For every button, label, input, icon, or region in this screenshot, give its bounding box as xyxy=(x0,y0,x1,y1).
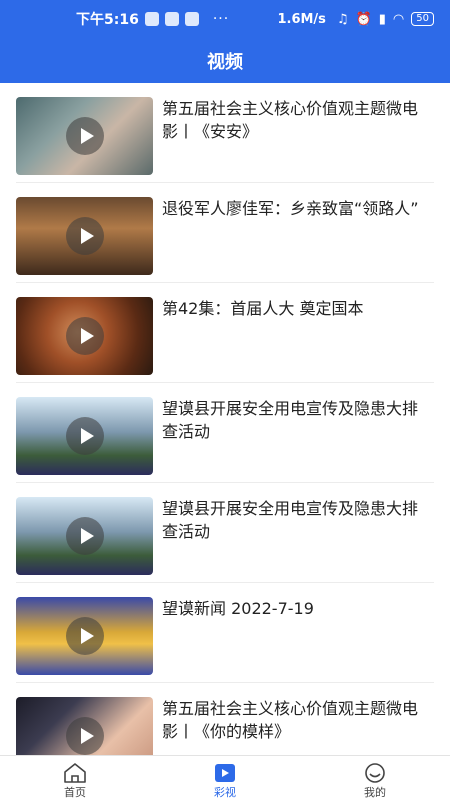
play-icon[interactable] xyxy=(65,317,104,355)
app-notification-icon-2 xyxy=(184,12,199,26)
video-item[interactable]: 第五届社会主义核心价值观主题微电影丨《你的模样》 xyxy=(16,683,434,755)
play-icon[interactable] xyxy=(65,217,104,255)
play-icon[interactable] xyxy=(65,117,104,155)
play-icon[interactable] xyxy=(65,517,104,555)
status-bar: 下午5:16 ··· 1.6M/s ♫ ⏰ ▮ ◠ 50 xyxy=(0,0,450,38)
more-notifications-icon: ··· xyxy=(212,11,230,27)
video-thumbnail[interactable] xyxy=(16,697,153,755)
video-list[interactable]: 第五届社会主义核心价值观主题微电影丨《安安》 退役军人廖佳军：乡亲致富“领路人”… xyxy=(0,83,450,755)
play-icon[interactable] xyxy=(65,417,104,455)
bottom-tab-bar: 首页 彩视 我的 xyxy=(0,755,450,800)
play-icon[interactable] xyxy=(65,617,104,655)
video-title[interactable]: 望谟县开展安全用电宣传及隐患大排查活动 xyxy=(162,397,432,443)
tab-mine-label: 我的 xyxy=(364,786,386,799)
video-item[interactable]: 望谟新闻 2022-7-19 xyxy=(16,583,434,683)
status-time: 下午5:16 xyxy=(76,12,139,28)
play-icon[interactable] xyxy=(65,717,104,755)
network-speed: 1.6M/s xyxy=(277,11,326,27)
video-title[interactable]: 第五届社会主义核心价值观主题微电影丨《你的模样》 xyxy=(162,697,432,743)
video-title[interactable]: 望谟县开展安全用电宣传及隐患大排查活动 xyxy=(162,497,432,543)
page-title: 视频 xyxy=(207,51,243,73)
video-title[interactable]: 退役军人廖佳军：乡亲致富“领路人” xyxy=(162,197,432,220)
home-icon xyxy=(64,763,86,783)
video-thumbnail[interactable] xyxy=(16,497,153,575)
mute-icon: ♫ xyxy=(336,11,349,27)
video-item[interactable]: 望谟县开展安全用电宣传及隐患大排查活动 xyxy=(16,383,434,483)
battery-icon: 50 xyxy=(411,12,434,26)
video-title[interactable]: 第42集：首届人大 奠定国本 xyxy=(162,297,432,320)
tab-video-label: 彩视 xyxy=(214,786,236,799)
video-thumbnail[interactable] xyxy=(16,97,153,175)
video-play-icon xyxy=(215,764,235,782)
alarm-icon: ⏰ xyxy=(355,11,372,27)
notification-icons xyxy=(144,12,199,26)
wifi-icon: ◠ xyxy=(392,11,405,27)
signal-icon: ▮ xyxy=(378,11,386,27)
video-title[interactable]: 望谟新闻 2022-7-19 xyxy=(162,597,432,620)
wechat-icon xyxy=(144,12,159,26)
tab-home[interactable]: 首页 xyxy=(0,756,150,800)
video-item[interactable]: 望谟县开展安全用电宣传及隐患大排查活动 xyxy=(16,483,434,583)
video-item[interactable]: 第五届社会主义核心价值观主题微电影丨《安安》 xyxy=(16,83,434,183)
tab-home-label: 首页 xyxy=(64,786,86,799)
header-bar: 视频 xyxy=(0,38,450,83)
video-title[interactable]: 第五届社会主义核心价值观主题微电影丨《安安》 xyxy=(162,97,432,143)
video-thumbnail[interactable] xyxy=(16,597,153,675)
video-thumbnail[interactable] xyxy=(16,397,153,475)
video-thumbnail[interactable] xyxy=(16,197,153,275)
video-thumbnail[interactable] xyxy=(16,297,153,375)
video-item[interactable]: 退役军人廖佳军：乡亲致富“领路人” xyxy=(16,183,434,283)
smiley-icon xyxy=(365,763,385,783)
app-notification-icon xyxy=(164,12,179,26)
tab-video[interactable]: 彩视 xyxy=(150,756,300,800)
video-item[interactable]: 第42集：首届人大 奠定国本 xyxy=(16,283,434,383)
tab-mine[interactable]: 我的 xyxy=(300,756,450,800)
